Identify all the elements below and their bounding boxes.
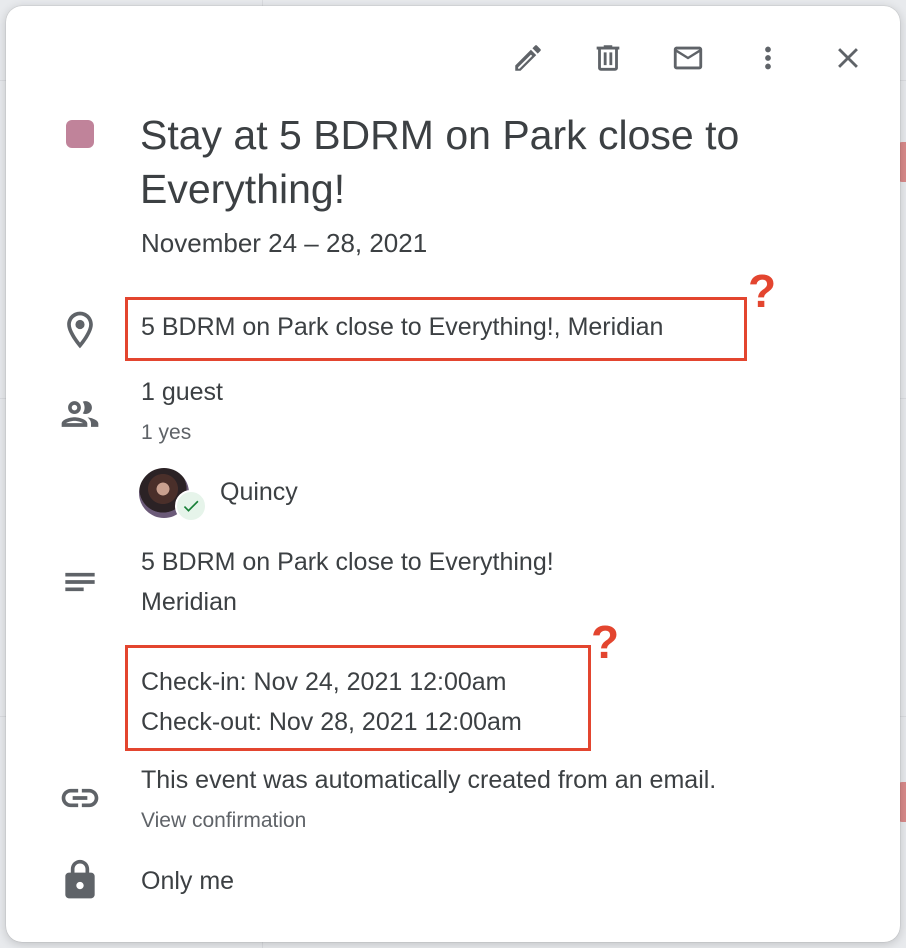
trash-icon bbox=[596, 45, 620, 71]
guest-count: 1 guest bbox=[141, 378, 224, 406]
description-line: 5 BDRM on Park close to Everything! bbox=[141, 548, 554, 576]
event-visibility: Only me bbox=[141, 867, 235, 895]
more-options-button[interactable] bbox=[736, 34, 800, 82]
rsvp-yes-badge bbox=[175, 490, 207, 522]
description-line: Meridian bbox=[141, 588, 237, 616]
pencil-icon bbox=[515, 45, 541, 71]
event-date-range: November 24 – 28, 2021 bbox=[141, 228, 428, 258]
event-color-swatch bbox=[66, 120, 94, 148]
annotation-question-mark: ? bbox=[748, 265, 777, 317]
link-icon bbox=[58, 776, 102, 820]
event-details-popover: Stay at 5 BDRM on Park close to Everythi… bbox=[6, 6, 900, 942]
email-guests-button[interactable] bbox=[656, 34, 720, 82]
event-toolbar bbox=[496, 34, 880, 82]
people-icon bbox=[58, 392, 102, 436]
location-icon bbox=[58, 308, 102, 352]
auto-created-text: This event was automatically created fro… bbox=[141, 766, 717, 794]
annotation-box-location bbox=[125, 297, 747, 361]
delete-event-button[interactable] bbox=[576, 34, 640, 82]
annotation-question-mark: ? bbox=[591, 616, 620, 668]
edit-event-button[interactable] bbox=[496, 34, 560, 82]
event-description: 5 BDRM on Park close to Everything! Meri… bbox=[141, 542, 554, 622]
mail-icon bbox=[673, 46, 703, 70]
annotation-box-checkin bbox=[125, 645, 591, 751]
view-confirmation-link[interactable]: View confirmation bbox=[141, 809, 306, 833]
more-vert-icon bbox=[765, 46, 771, 70]
description-icon bbox=[58, 560, 102, 604]
event-title: Stay at 5 BDRM on Park close to Everythi… bbox=[140, 112, 740, 212]
guest-name[interactable]: Quincy bbox=[220, 478, 298, 507]
check-icon bbox=[183, 500, 199, 512]
close-button[interactable] bbox=[816, 34, 880, 82]
lock-icon bbox=[58, 858, 102, 902]
rsvp-summary: 1 yes bbox=[141, 421, 192, 444]
close-icon bbox=[838, 48, 858, 68]
